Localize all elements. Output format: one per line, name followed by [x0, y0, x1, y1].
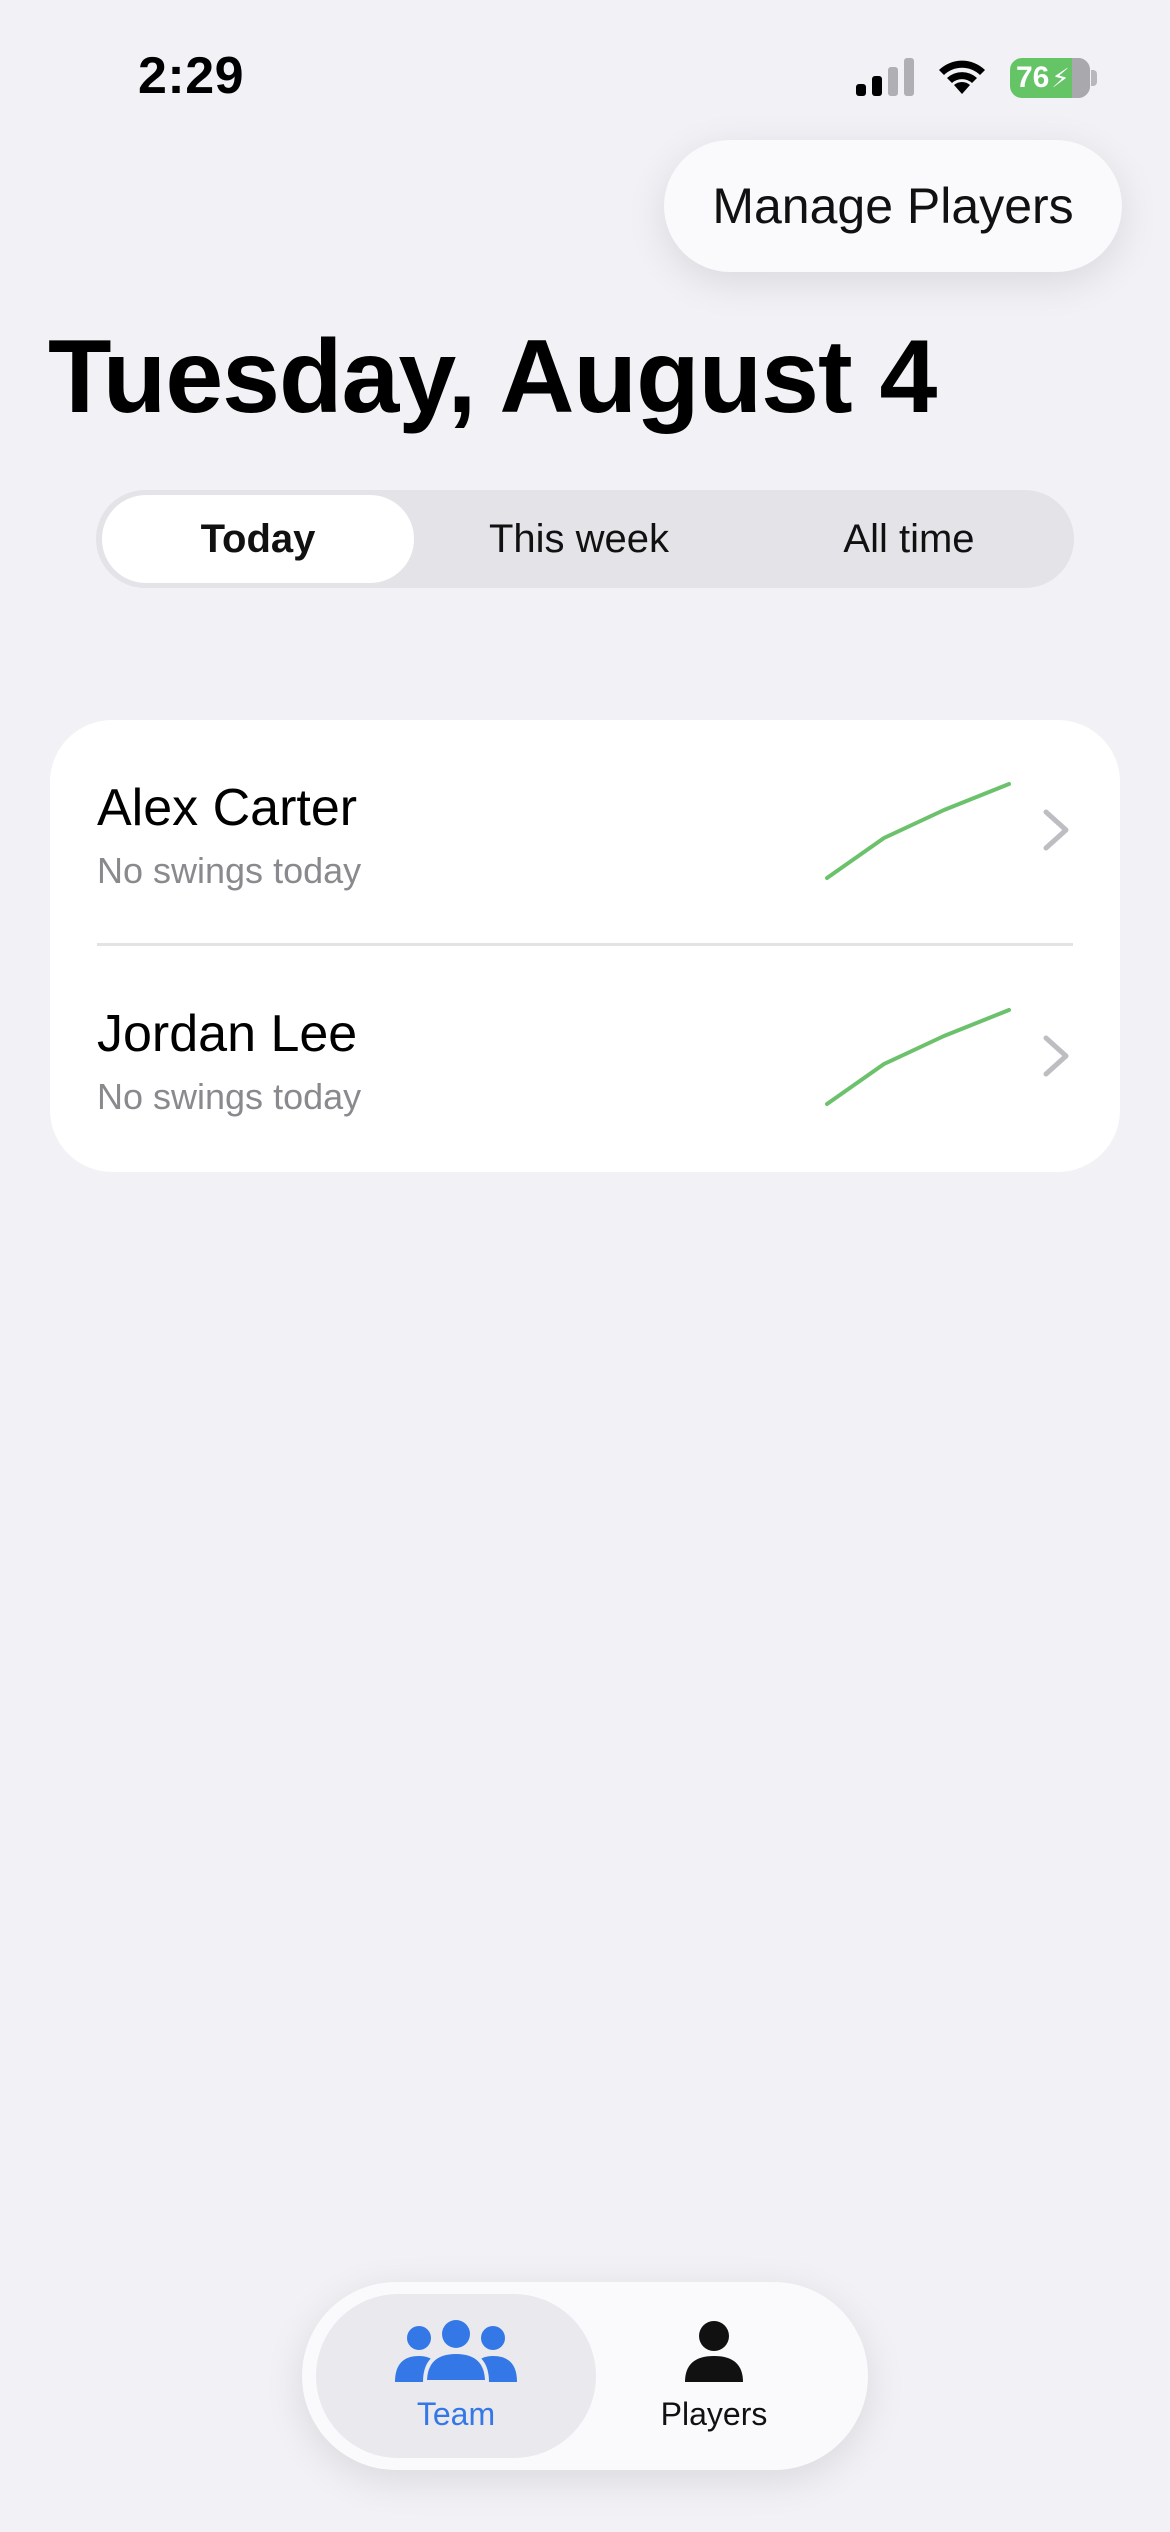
segment-all-time[interactable]: All time	[744, 495, 1074, 583]
manage-players-button[interactable]: Manage Players	[664, 140, 1122, 272]
player-subtitle: No swings today	[97, 850, 362, 891]
segment-today[interactable]: Today	[102, 495, 414, 583]
tab-team-label: Team	[416, 2395, 496, 2432]
sparkline-icon	[825, 782, 1011, 880]
sparkline-icon	[825, 1008, 1011, 1106]
time-range-segmented-control: Today This week All time	[96, 490, 1074, 588]
team-icon	[395, 2319, 517, 2384]
player-name: Alex Carter	[97, 779, 358, 837]
status-time: 2:29	[138, 47, 245, 105]
player-row[interactable]: Alex Carter No swings today	[50, 720, 1120, 946]
chevron-right-icon	[1043, 809, 1069, 851]
status-bar: 2:29 76 ⚡	[0, 0, 1170, 150]
cellular-signal-icon	[856, 58, 914, 96]
player-row[interactable]: Jordan Lee No swings today	[50, 946, 1120, 1172]
tab-team[interactable]: Team	[316, 2294, 596, 2458]
players-list-card: Alex Carter No swings today Jordan Lee N…	[50, 720, 1120, 1172]
chevron-right-icon	[1043, 1035, 1069, 1077]
page-title: Tuesday, August 4	[48, 319, 937, 435]
battery-icon: 76 ⚡	[1010, 58, 1090, 98]
tab-players-label: Players	[660, 2395, 768, 2432]
tab-players[interactable]: Players	[574, 2294, 854, 2458]
segment-this-week[interactable]: This week	[414, 495, 744, 583]
wifi-icon	[939, 60, 985, 94]
player-name: Jordan Lee	[97, 1005, 358, 1063]
tab-bar: Team Players	[302, 2282, 868, 2470]
battery-level: 76	[1016, 61, 1050, 94]
charging-bolt-icon: ⚡	[1051, 62, 1070, 93]
player-subtitle: No swings today	[97, 1076, 362, 1117]
battery-nub	[1091, 70, 1097, 86]
person-icon	[685, 2320, 743, 2382]
